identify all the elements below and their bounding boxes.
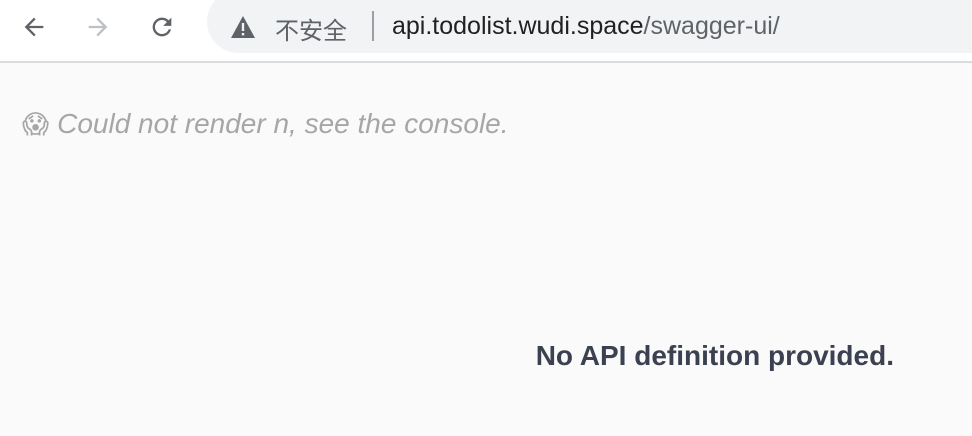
no-api-message: No API definition provided.: [535, 340, 894, 371]
browser-toolbar: 不安全 api.todolist.wudi.space/swagger-ui/: [0, 0, 972, 63]
forward-button[interactable]: [80, 9, 116, 45]
url-host: api.todolist.wudi.space: [392, 12, 644, 40]
warning-triangle-icon[interactable]: [230, 15, 256, 39]
arrow-left-icon: [24, 17, 44, 37]
arrow-right-icon: [88, 17, 108, 37]
url-text[interactable]: api.todolist.wudi.space/swagger-ui/: [392, 12, 780, 41]
reload-button[interactable]: [144, 9, 180, 45]
url-path: /swagger-ui/: [643, 12, 780, 40]
divider: [372, 11, 374, 41]
back-button[interactable]: [16, 9, 52, 45]
scream-emoji-icon: 😱: [22, 109, 50, 139]
reload-icon: [152, 17, 172, 37]
error-message: Could not render n, see the console.: [57, 108, 509, 139]
security-label[interactable]: 不安全: [275, 11, 347, 46]
render-error: 😱 Could not render n, see the console.: [22, 108, 509, 140]
